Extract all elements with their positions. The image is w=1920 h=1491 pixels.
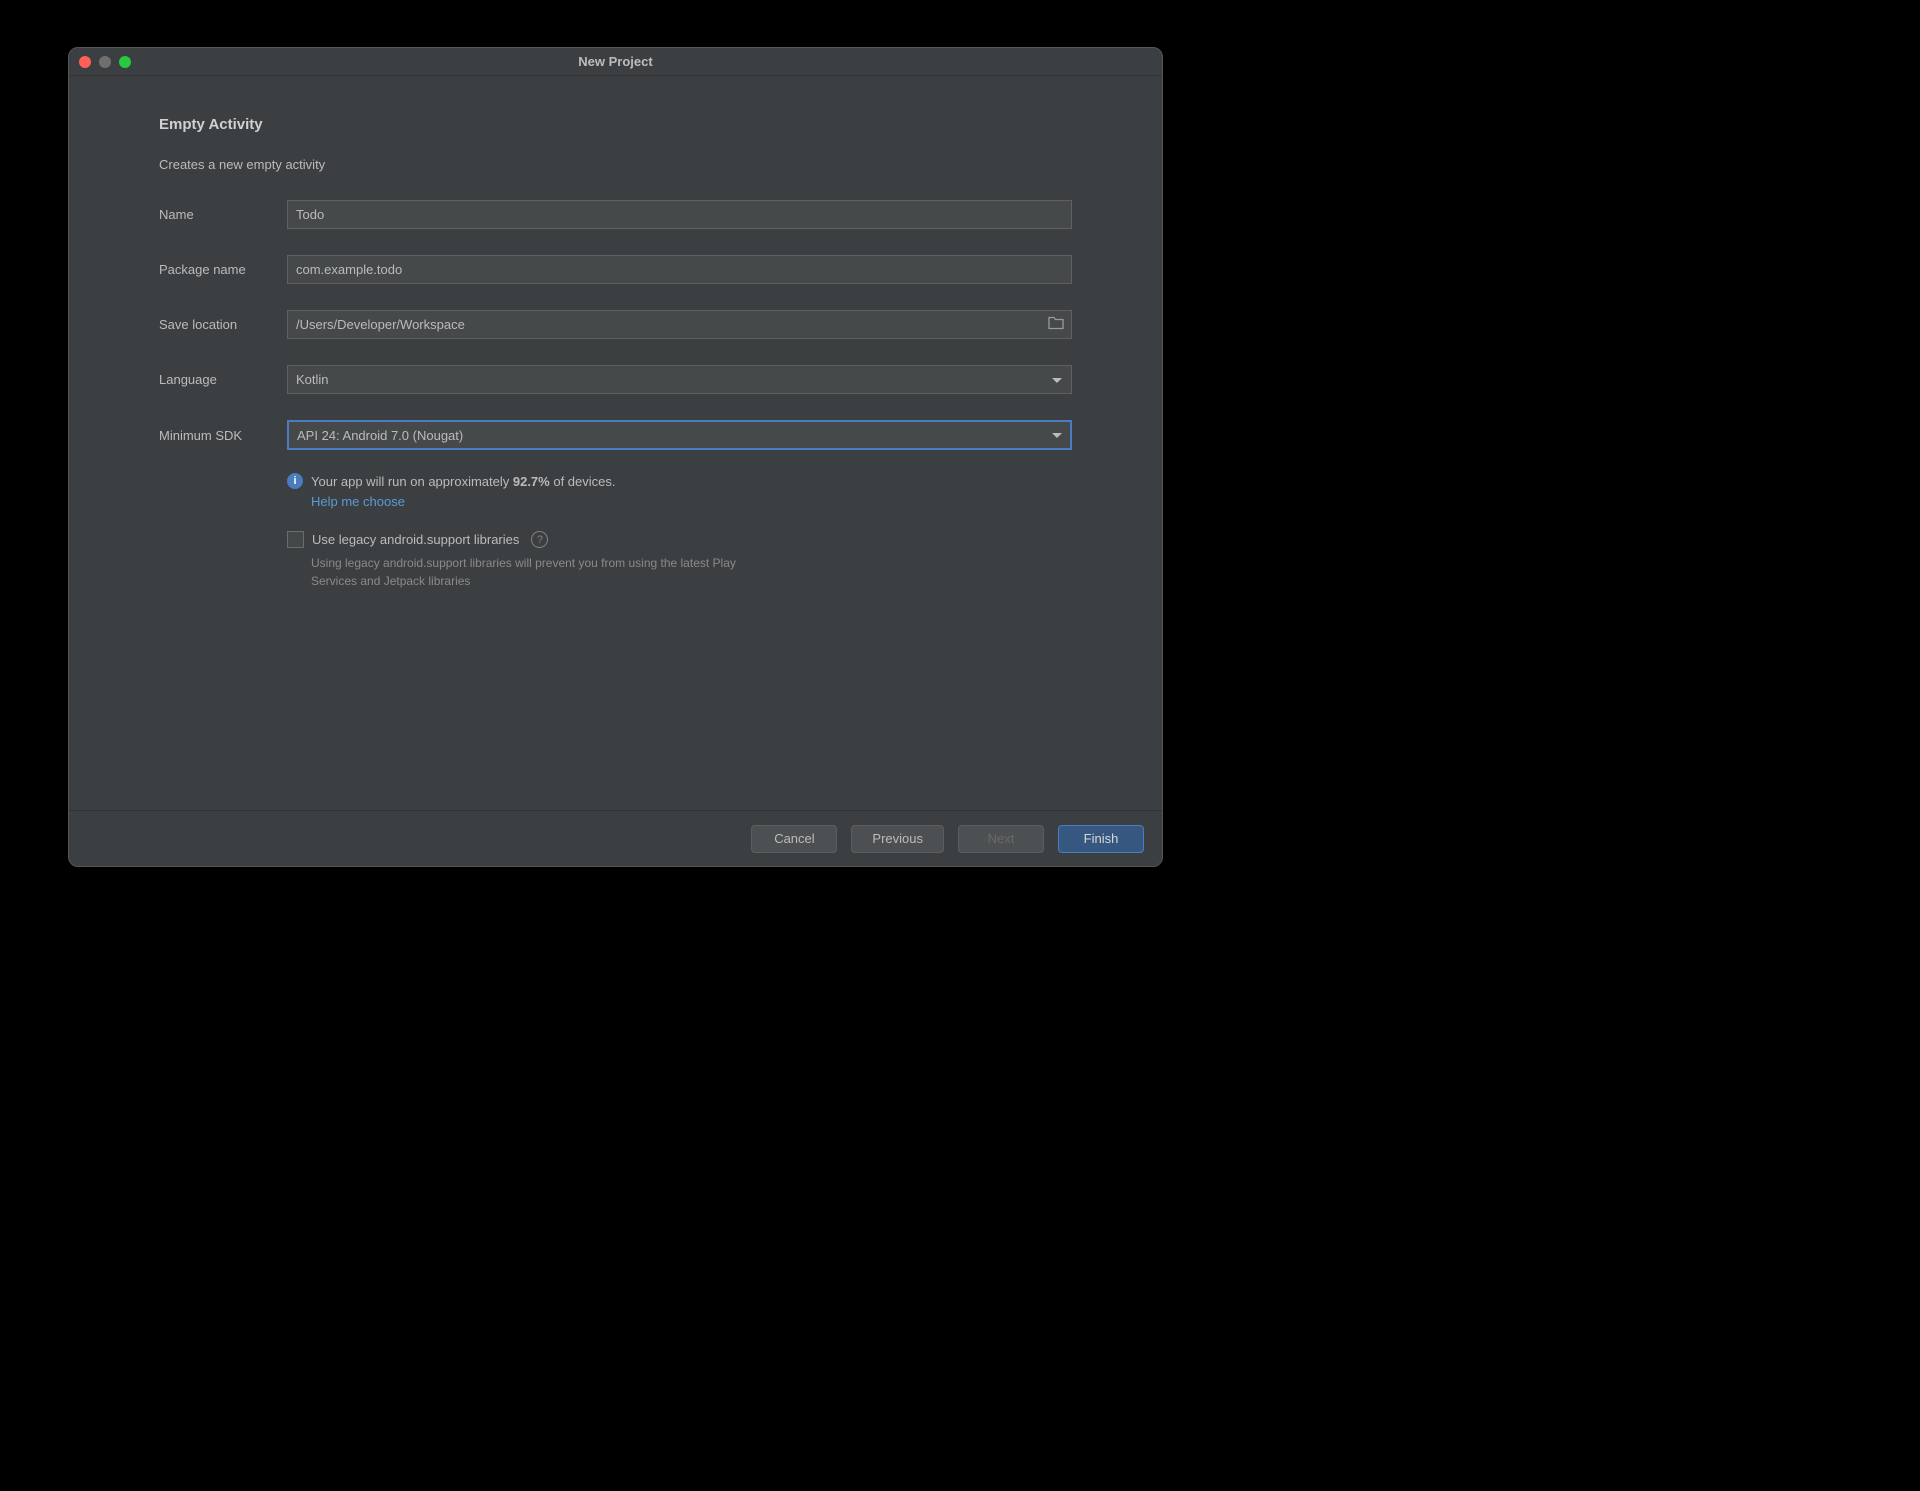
- location-input[interactable]: [287, 310, 1072, 339]
- location-row: Save location: [159, 310, 1072, 339]
- traffic-lights: [79, 56, 131, 68]
- window-title: New Project: [69, 54, 1162, 69]
- legacy-support-row: Use legacy android.support libraries ?: [287, 531, 1072, 548]
- info-icon: i: [287, 473, 303, 489]
- minimize-window-button: [99, 56, 111, 68]
- language-row: Language Kotlin: [159, 365, 1072, 394]
- language-label: Language: [159, 372, 287, 387]
- name-input[interactable]: [287, 200, 1072, 229]
- legacy-support-label: Use legacy android.support libraries: [312, 532, 519, 547]
- browse-folder-icon[interactable]: [1048, 315, 1064, 334]
- device-coverage-text: Your app will run on approximately 92.7%…: [311, 472, 616, 511]
- package-label: Package name: [159, 262, 287, 277]
- maximize-window-button[interactable]: [119, 56, 131, 68]
- page-title: Empty Activity: [159, 116, 1072, 133]
- location-label: Save location: [159, 317, 287, 332]
- previous-button[interactable]: Previous: [851, 825, 944, 853]
- new-project-dialog: New Project Empty Activity Creates a new…: [68, 47, 1163, 867]
- min-sdk-select[interactable]: API 24: Android 7.0 (Nougat): [287, 420, 1072, 450]
- title-bar: New Project: [69, 48, 1162, 76]
- min-sdk-label: Minimum SDK: [159, 428, 287, 443]
- legacy-support-checkbox[interactable]: [287, 531, 304, 548]
- help-me-choose-link[interactable]: Help me choose: [311, 494, 405, 509]
- package-row: Package name: [159, 255, 1072, 284]
- close-window-button[interactable]: [79, 56, 91, 68]
- name-row: Name: [159, 200, 1072, 229]
- language-select[interactable]: Kotlin: [287, 365, 1072, 394]
- package-input[interactable]: [287, 255, 1072, 284]
- next-button: Next: [958, 825, 1044, 853]
- help-icon[interactable]: ?: [531, 531, 548, 548]
- dialog-content: Empty Activity Creates a new empty activ…: [69, 76, 1162, 810]
- name-label: Name: [159, 207, 287, 222]
- finish-button[interactable]: Finish: [1058, 825, 1144, 853]
- legacy-support-description: Using legacy android.support libraries w…: [311, 554, 741, 590]
- min-sdk-row: Minimum SDK API 24: Android 7.0 (Nougat): [159, 420, 1072, 450]
- dialog-footer: Cancel Previous Next Finish: [69, 810, 1162, 866]
- sdk-info-section: i Your app will run on approximately 92.…: [287, 472, 1072, 511]
- page-subtitle: Creates a new empty activity: [159, 157, 1072, 172]
- cancel-button[interactable]: Cancel: [751, 825, 837, 853]
